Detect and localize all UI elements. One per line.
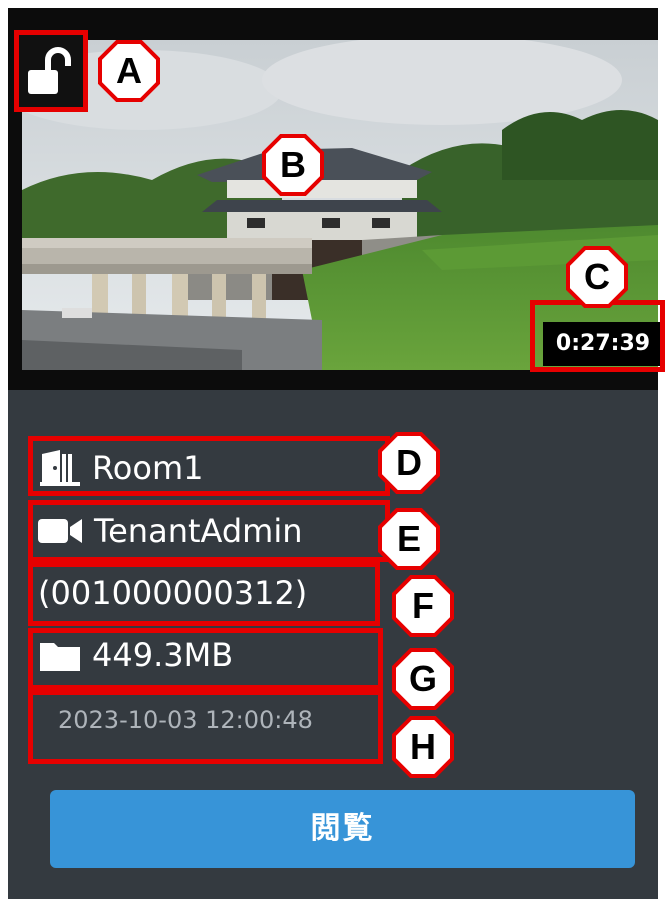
highlight-a (14, 30, 88, 112)
annotation-badge-b: B (262, 134, 324, 196)
view-button[interactable]: 閲覧 (50, 790, 635, 868)
annotation-badge-f: F (392, 575, 454, 637)
highlight-g (28, 628, 383, 690)
annotation-badge-d: D (378, 432, 440, 494)
highlight-c (530, 300, 665, 372)
highlight-e (28, 500, 390, 562)
annotation-badge-c: C (566, 246, 628, 308)
annotation-badge-g: G (392, 648, 454, 710)
highlight-d (28, 436, 390, 496)
highlight-f (28, 562, 380, 626)
highlight-h (28, 690, 383, 764)
annotation-badge-a: A (98, 40, 160, 102)
annotation-badge-h: H (392, 716, 454, 778)
annotation-badge-e: E (378, 508, 440, 570)
